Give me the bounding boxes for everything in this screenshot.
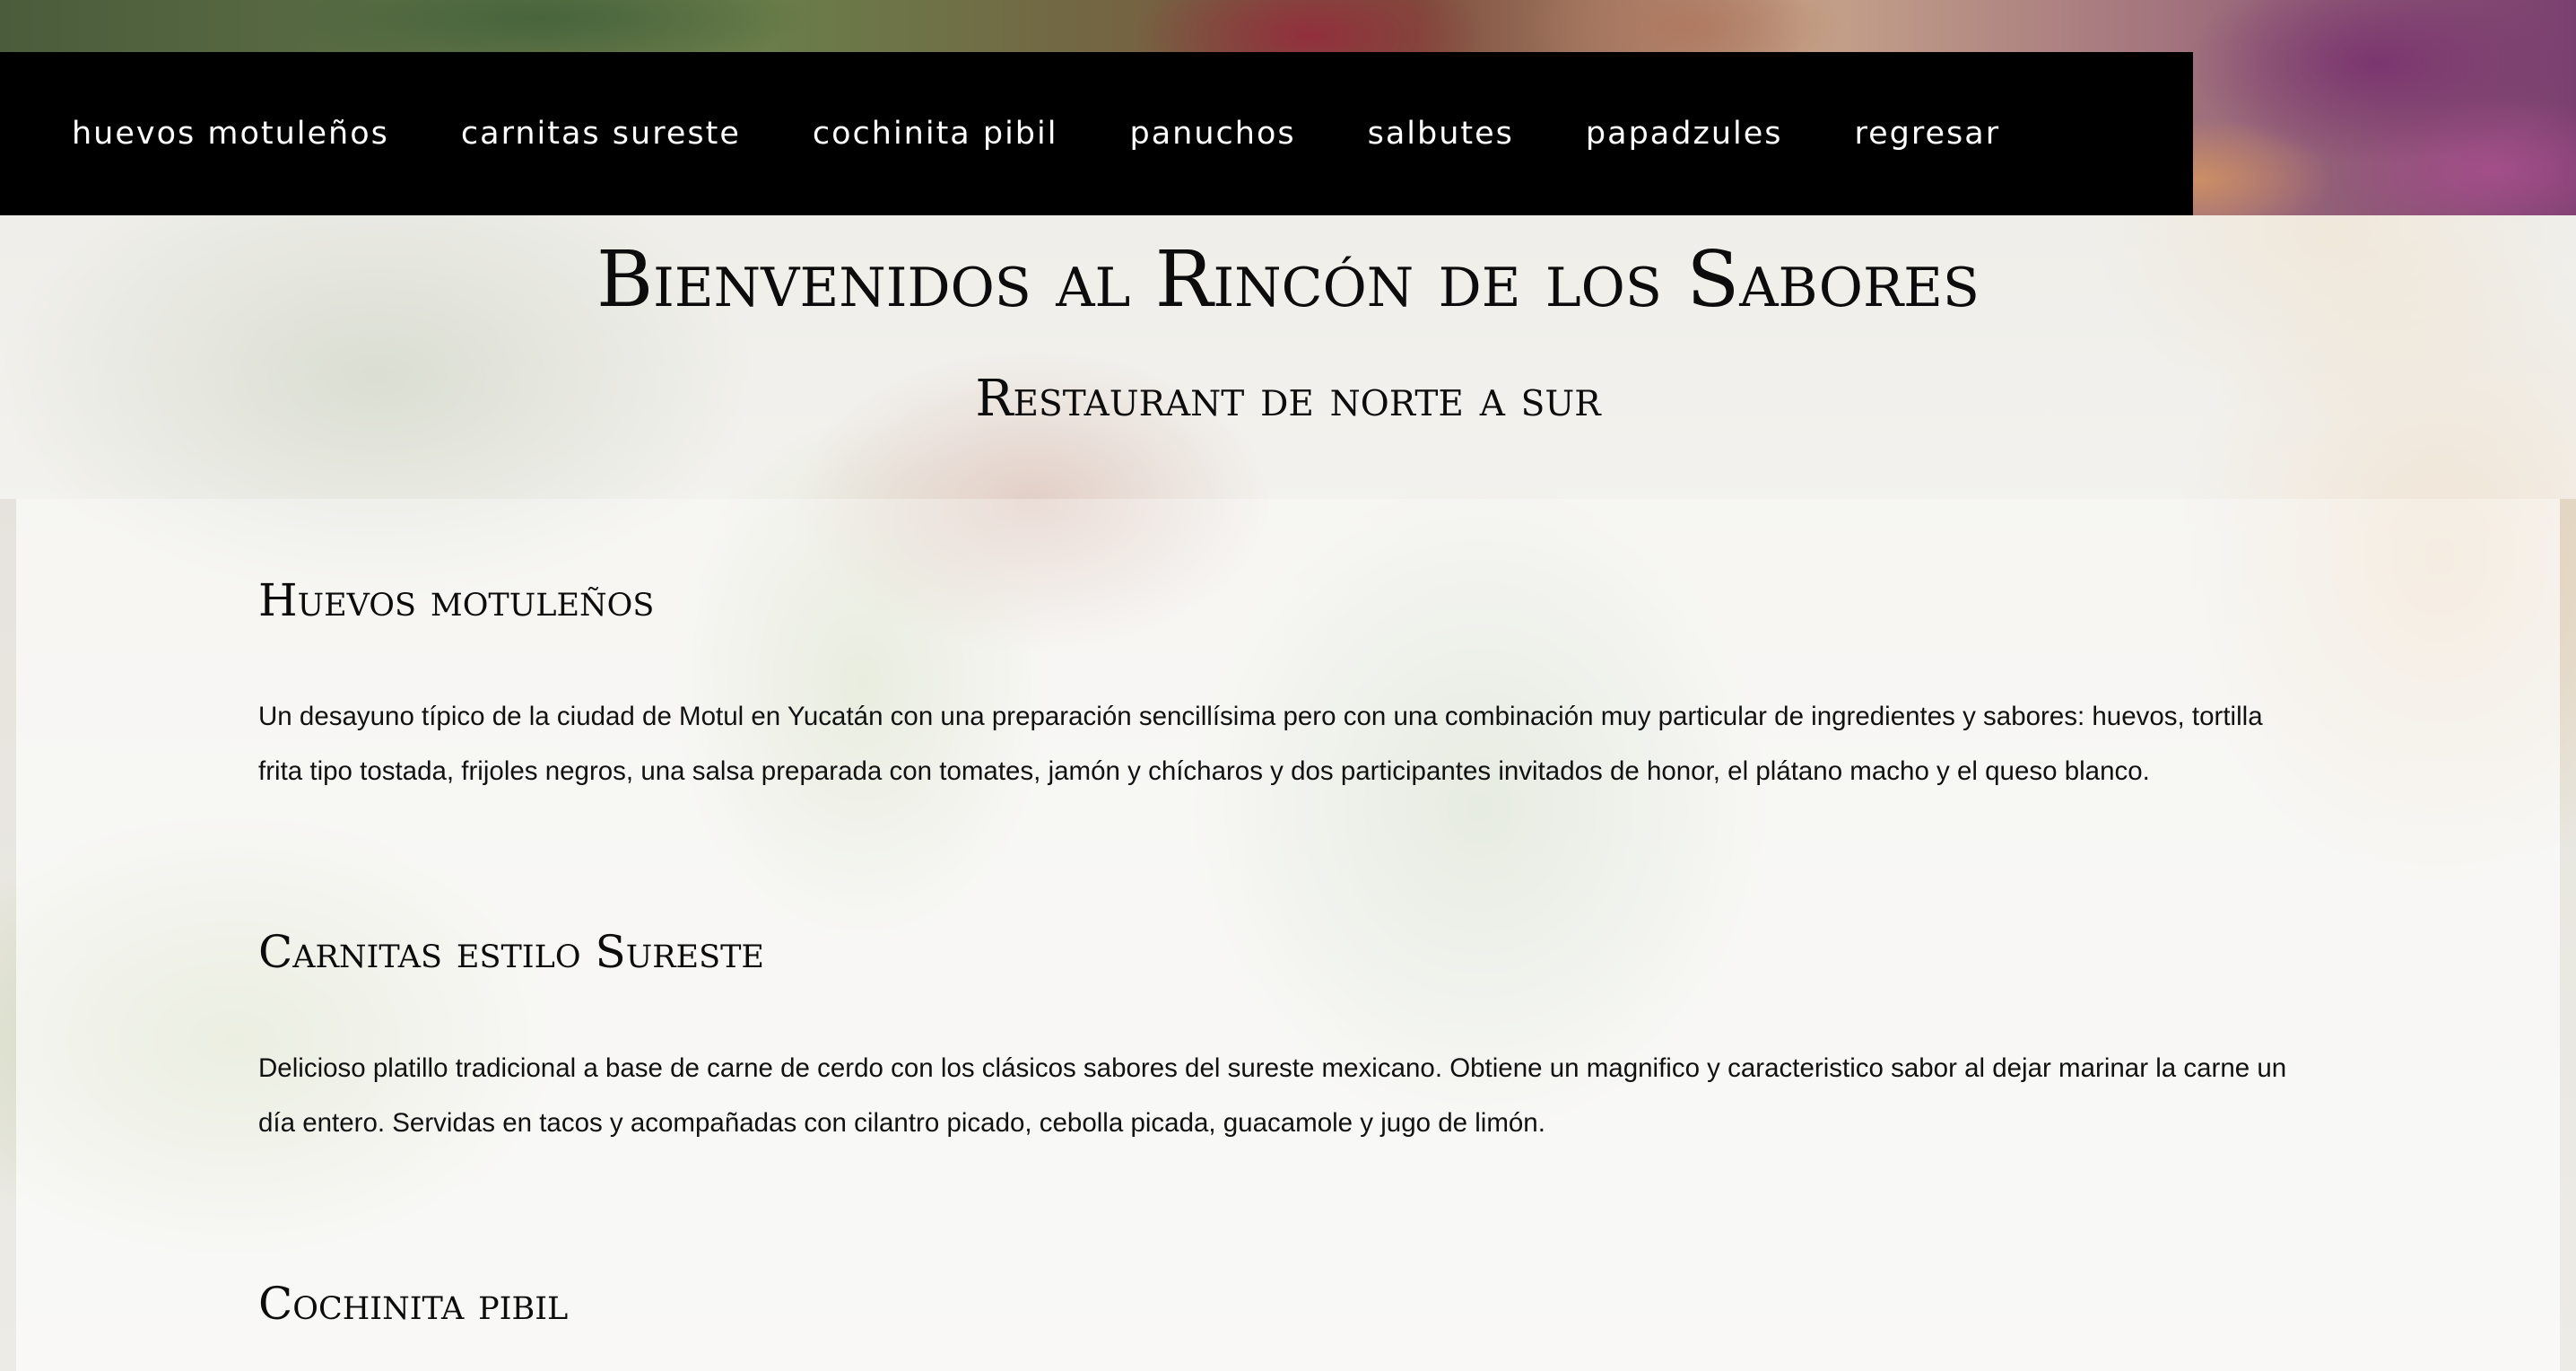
section-title: Carnitas estilo Sureste: [258, 926, 764, 978]
section-title: Cochinita pibil: [258, 1278, 569, 1330]
section-title: Huevos motuleños: [258, 574, 655, 626]
nav-link-salbutes[interactable]: salbutes: [1368, 116, 1514, 152]
section-huevos-motulenos: Huevos motuleños Un desayuno típico de l…: [258, 574, 2312, 799]
nav-link-regresar[interactable]: regresar: [1855, 116, 2001, 152]
nav-link-papadzules[interactable]: papadzules: [1586, 116, 1783, 152]
page-subtitle: Restaurant de norte a sur: [975, 370, 1601, 428]
section-carnitas-sureste: Carnitas estilo Sureste Delicioso platil…: [258, 926, 2312, 1150]
nav-link-carnitas-sureste[interactable]: carnitas sureste: [461, 116, 741, 152]
nav-link-panuchos[interactable]: panuchos: [1129, 116, 1295, 152]
page-title: Bienvenidos al Rincón de los Sabores: [596, 235, 1980, 325]
nav-link-huevos-motulenos[interactable]: huevos motuleños: [72, 116, 389, 152]
main-nav: huevos motuleños carnitas sureste cochin…: [0, 52, 2193, 215]
section-description: Un desayuno típico de la ciudad de Motul…: [258, 702, 2263, 786]
nav-link-cochinita-pibil[interactable]: cochinita pibil: [813, 116, 1058, 152]
section-description: Delicioso platillo tradicional a base de…: [258, 1053, 2287, 1138]
section-cochinita-pibil: Cochinita pibil: [258, 1278, 2312, 1330]
